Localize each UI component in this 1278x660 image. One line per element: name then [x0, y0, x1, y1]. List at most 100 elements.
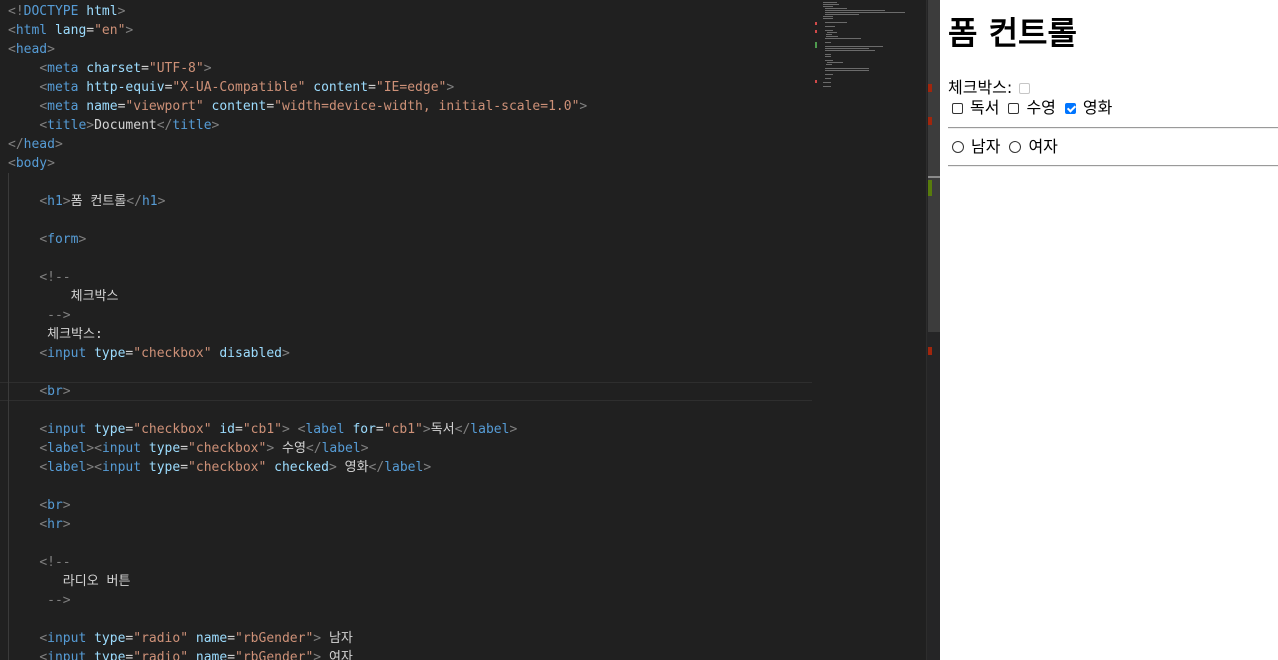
code-line[interactable]: <head>	[8, 40, 813, 59]
radio-label: 여자	[1028, 137, 1058, 156]
code-area[interactable]: <!DOCTYPE html> <html lang="en"> <head> <m…	[0, 2, 813, 660]
code-line[interactable]: <meta name="viewport" content="width=dev…	[8, 97, 813, 116]
code-token: =	[86, 23, 95, 38]
code-token: lang	[54, 23, 87, 38]
code-token: <	[39, 80, 48, 95]
code-token: br	[47, 498, 63, 513]
code-token: </	[156, 118, 173, 133]
code-line[interactable]: <!DOCTYPE html>	[8, 2, 813, 21]
code-line[interactable]	[8, 534, 813, 553]
code-token: input	[47, 422, 87, 437]
code-token: <	[39, 517, 48, 532]
code-token: "rbGender"	[235, 650, 314, 660]
code-line[interactable]: 체크박스	[8, 287, 813, 306]
code-line[interactable]: <title>Document</title>	[8, 116, 813, 135]
checkbox-label[interactable]: 독서	[970, 97, 999, 119]
code-token: meta	[47, 61, 79, 76]
checkbox[interactable]	[1064, 102, 1076, 114]
code-line[interactable]	[8, 249, 813, 268]
checkbox-label[interactable]: 영화	[1083, 97, 1112, 119]
code-token: h1	[141, 194, 158, 209]
checkbox-label[interactable]: 수영	[1026, 97, 1055, 119]
code-line[interactable]: <meta charset="UTF-8">	[8, 59, 813, 78]
code-token: label	[384, 460, 424, 475]
code-token: </	[368, 460, 385, 475]
code-token: "UTF-8"	[148, 61, 204, 76]
code-token: <	[39, 232, 48, 247]
code-line[interactable]	[8, 610, 813, 629]
code-line[interactable]: <meta http-equiv = "X-UA-Compatible" conte…	[8, 78, 813, 97]
code-line[interactable]: -->	[8, 306, 813, 325]
code-line[interactable]: <br>	[8, 496, 813, 515]
indent-guide	[8, 477, 9, 496]
code-line[interactable]: <label><input type="checkbox"> 수영</label…	[8, 439, 813, 458]
code-token: input	[47, 631, 87, 646]
code-token: <!	[8, 4, 24, 19]
code-token: name	[86, 99, 118, 114]
code-token: </	[8, 137, 24, 152]
code-token: "checkbox"	[133, 422, 212, 437]
code-line[interactable]: 라디오 버튼	[8, 572, 813, 591]
code-line[interactable]: <form>	[8, 230, 813, 249]
code-line[interactable]: <input type="checkbox" disabled>	[8, 344, 813, 363]
indent-guide	[8, 629, 9, 648]
code-token: type	[148, 441, 181, 456]
checkbox[interactable]	[1008, 102, 1020, 114]
code-token: 수영	[274, 441, 306, 456]
code-token: "checkbox"	[188, 441, 267, 456]
indent-guide	[8, 420, 9, 439]
code-line[interactable]	[8, 173, 813, 192]
code-line[interactable]: -->	[8, 591, 813, 610]
code-line[interactable]	[8, 477, 813, 496]
disabled-checkbox	[1019, 82, 1031, 94]
code-token: <	[39, 61, 48, 76]
code-line[interactable]: <input type="radio" name="rbGender"> 남자	[8, 629, 813, 648]
code-line[interactable]: <hr>	[8, 515, 813, 534]
indent-guide	[8, 211, 9, 230]
code-line[interactable]: </head>	[8, 135, 813, 154]
disabled-checkbox-row: 체크박스:	[948, 77, 1037, 99]
code-line[interactable]: <!--	[8, 553, 813, 572]
code-line[interactable]: <body>	[8, 154, 813, 173]
code-token: label	[305, 422, 345, 437]
radio-button[interactable]	[1009, 141, 1022, 153]
code-token: head	[15, 42, 48, 57]
code-token: <	[39, 650, 48, 660]
code-line[interactable]	[8, 211, 813, 230]
code-editor[interactable]: <!DOCTYPE html> <html lang="en"> <head> <m…	[0, 0, 940, 660]
code-line[interactable]	[8, 401, 813, 420]
code-token: type	[94, 422, 126, 437]
code-token: checked	[274, 460, 329, 475]
checkbox[interactable]	[952, 102, 963, 114]
code-token: </	[454, 422, 471, 437]
code-line[interactable]: 체크박스:	[8, 325, 813, 344]
scrollbar-thumb[interactable]	[928, 0, 940, 332]
code-line[interactable]: <input type="radio" name="rbGender"> 여자	[8, 648, 813, 660]
code-line[interactable]: <html lang="en">	[8, 21, 813, 40]
indent-guide	[8, 496, 9, 515]
code-token: body	[15, 156, 48, 171]
vertical-scrollbar[interactable]	[926, 0, 940, 660]
code-line[interactable]: <label><input type="checkbox" checked> 영…	[8, 458, 813, 477]
code-token: "rbGender"	[235, 631, 314, 646]
code-line[interactable]	[8, 363, 813, 382]
code-line[interactable]: <!--	[8, 268, 813, 287]
code-line[interactable]: <input type="checkbox" id="cb1"> <label …	[8, 420, 813, 439]
code-token: 영화	[336, 460, 369, 475]
code-token: <	[39, 384, 48, 399]
code-token: >	[47, 42, 55, 57]
code-token: <	[8, 42, 16, 57]
radio-button[interactable]	[952, 141, 964, 153]
code-line[interactable]: <br>	[0, 382, 813, 401]
minimap[interactable]	[813, 0, 926, 660]
indent-guide	[8, 325, 9, 344]
code-line[interactable]: <h1>폼 컨트롤</h1>	[8, 192, 813, 211]
code-token: >	[211, 118, 220, 133]
